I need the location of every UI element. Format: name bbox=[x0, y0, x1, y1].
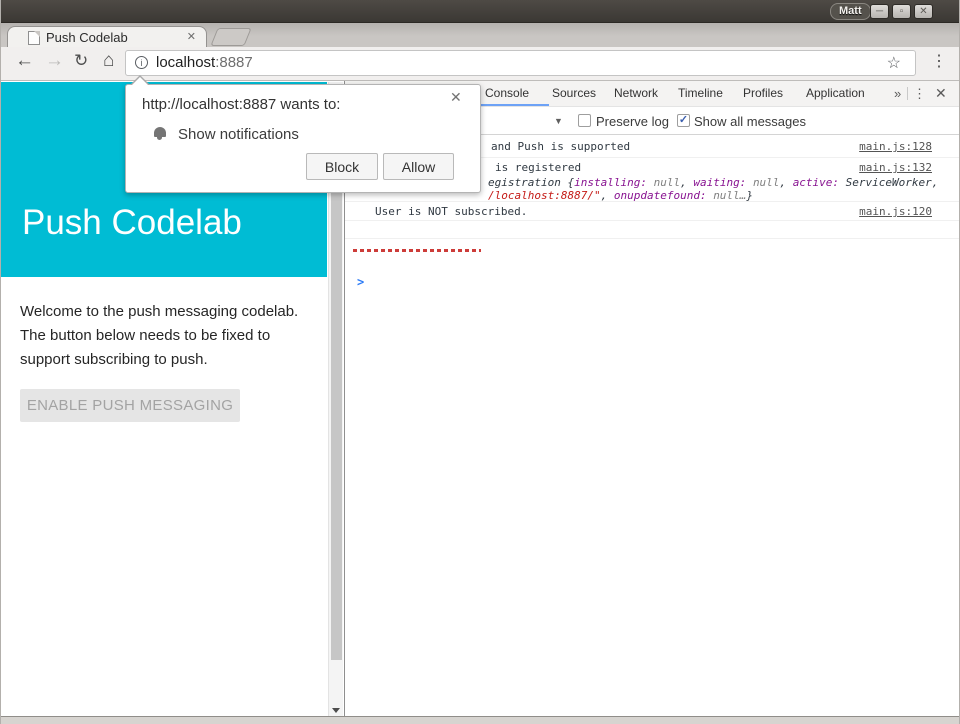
tabbar-separator bbox=[907, 87, 908, 100]
devtools-menu-icon[interactable]: ⋮ bbox=[913, 86, 926, 102]
console-message: and Push is supported bbox=[491, 140, 630, 153]
tab-timeline[interactable]: Timeline bbox=[678, 86, 723, 100]
dialog-close-icon[interactable]: ✕ bbox=[450, 89, 462, 106]
reload-icon[interactable]: ↻ bbox=[74, 51, 88, 71]
dialog-title: http://localhost:8887 wants to: bbox=[142, 96, 340, 113]
console-prompt-chevron[interactable]: > bbox=[357, 275, 364, 289]
bell-icon bbox=[154, 127, 166, 137]
dialog-caret bbox=[131, 77, 149, 86]
browser-tab[interactable]: Push Codelab ✕ bbox=[7, 26, 207, 47]
tab-profiles[interactable]: Profiles bbox=[743, 86, 783, 100]
console-output: and Push is supported main.js:128 is reg… bbox=[345, 135, 960, 715]
tab-sources[interactable]: Sources bbox=[552, 86, 596, 100]
console-message: User is NOT subscribed. bbox=[375, 205, 527, 218]
dialog-permission-label: Show notifications bbox=[178, 126, 299, 143]
maximize-button[interactable]: ▫ bbox=[892, 4, 911, 19]
window-bottom-edge bbox=[0, 716, 960, 724]
show-all-messages-label[interactable]: Show all messages bbox=[694, 114, 806, 129]
enable-push-button[interactable]: ENABLE PUSH MESSAGING bbox=[20, 389, 240, 422]
tab-application[interactable]: Application bbox=[806, 86, 865, 100]
preserve-log-label[interactable]: Preserve log bbox=[596, 114, 669, 129]
devtools-close-icon[interactable]: ✕ bbox=[935, 85, 947, 102]
console-source-link[interactable]: main.js:128 bbox=[859, 140, 932, 153]
tab-strip: Push Codelab ✕ bbox=[0, 23, 960, 47]
page-title: Push Codelab bbox=[22, 203, 242, 243]
allow-button[interactable]: Allow bbox=[383, 153, 454, 180]
clipped-string-text-artifact bbox=[353, 249, 481, 252]
show-all-messages-checkbox[interactable]: ✓ bbox=[677, 114, 690, 127]
row-divider bbox=[345, 201, 960, 202]
tab-close-icon[interactable]: ✕ bbox=[187, 30, 196, 43]
row-divider bbox=[345, 238, 960, 239]
tab-network[interactable]: Network bbox=[614, 86, 658, 100]
forward-icon[interactable]: → bbox=[45, 50, 64, 72]
console-object-preview[interactable]: egistration {installing: null, waiting: … bbox=[488, 176, 938, 189]
close-button[interactable]: ✕ bbox=[914, 4, 933, 19]
address-bar[interactable]: i localhost:8887 ☆ bbox=[125, 50, 916, 76]
more-tabs-icon[interactable]: » bbox=[894, 86, 901, 101]
filter-dropdown-icon[interactable]: ▼ bbox=[554, 116, 563, 126]
console-source-link[interactable]: main.js:120 bbox=[859, 205, 932, 218]
home-icon[interactable]: ⌂ bbox=[103, 50, 114, 72]
scrollbar-down-arrow-icon[interactable] bbox=[332, 708, 340, 716]
back-icon[interactable]: ← bbox=[15, 50, 34, 72]
tab-title: Push Codelab bbox=[46, 30, 128, 45]
window-titlebar: Matt ─ ▫ ✕ bbox=[0, 0, 960, 23]
bookmark-star-icon[interactable]: ☆ bbox=[887, 53, 901, 73]
url-host: localhost bbox=[156, 54, 215, 71]
page-paragraph: Welcome to the push messaging codelab. T… bbox=[20, 300, 322, 372]
console-source-link[interactable]: main.js:132 bbox=[859, 161, 932, 174]
row-divider bbox=[345, 220, 960, 221]
url-port: :8887 bbox=[215, 54, 253, 71]
block-button[interactable]: Block bbox=[306, 153, 378, 180]
browser-menu-icon[interactable]: ⋮ bbox=[931, 51, 947, 71]
selected-tab-underline bbox=[479, 104, 549, 106]
window-title: Matt bbox=[830, 3, 871, 20]
permission-dialog: http://localhost:8887 wants to: ✕ Show n… bbox=[125, 84, 481, 193]
minimize-button[interactable]: ─ bbox=[870, 4, 889, 19]
new-tab-button[interactable] bbox=[210, 28, 251, 46]
console-message: is registered bbox=[495, 161, 581, 174]
url-text[interactable]: localhost:8887 bbox=[156, 54, 253, 71]
preserve-log-checkbox[interactable] bbox=[578, 114, 591, 127]
info-icon[interactable]: i bbox=[135, 56, 148, 69]
tab-console[interactable]: Console bbox=[485, 86, 529, 100]
page-icon bbox=[28, 31, 40, 45]
